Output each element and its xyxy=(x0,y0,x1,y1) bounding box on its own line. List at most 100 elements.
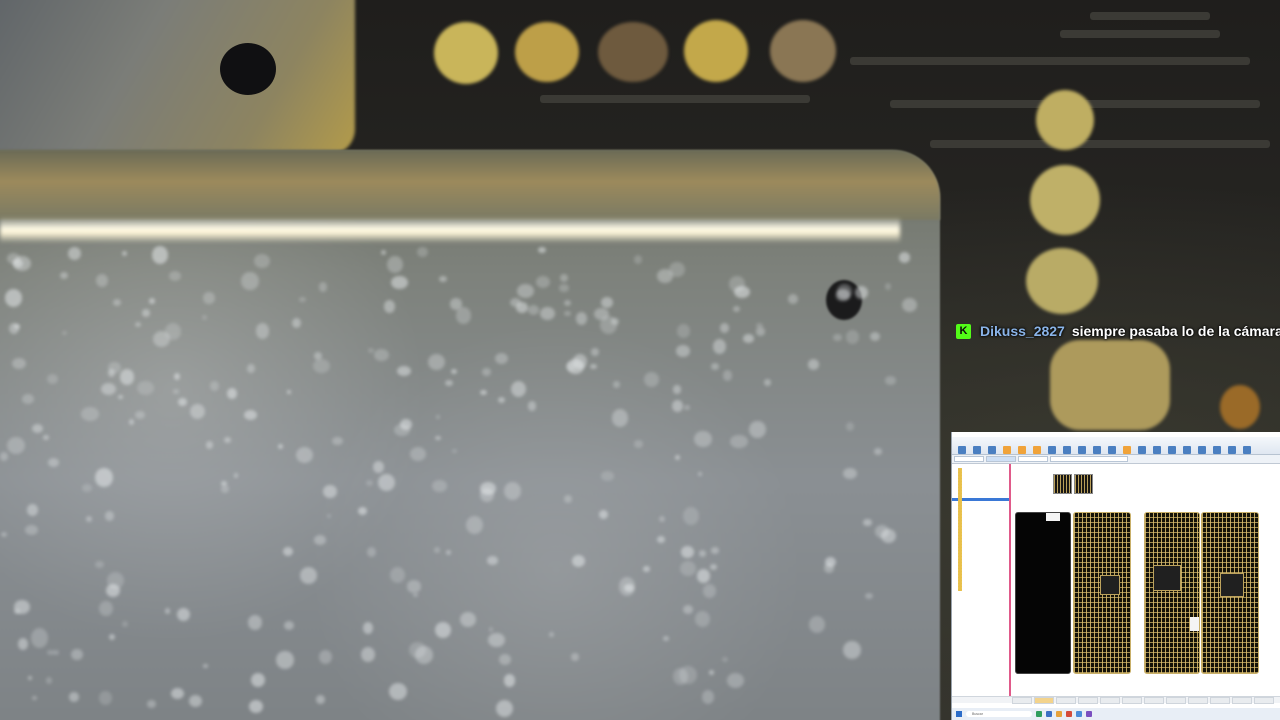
flux-droplet xyxy=(189,695,203,708)
flux-droplet xyxy=(575,312,587,325)
status-cell[interactable] xyxy=(1012,697,1032,704)
app-icon[interactable] xyxy=(1036,711,1042,717)
solder-pad xyxy=(1220,385,1260,429)
flux-droplet xyxy=(246,364,255,373)
flux-droplet xyxy=(121,620,128,627)
board-thumbnail[interactable] xyxy=(1074,474,1093,494)
ribbon-button[interactable] xyxy=(1136,446,1148,454)
status-cell[interactable] xyxy=(1078,697,1098,704)
sidebar-item[interactable] xyxy=(952,588,1009,591)
flux-droplet xyxy=(135,322,142,328)
board-layer-top[interactable] xyxy=(1073,512,1131,674)
flux-droplet xyxy=(358,506,367,515)
flux-droplet xyxy=(658,515,665,523)
status-cell[interactable] xyxy=(1056,697,1076,704)
document-tab[interactable] xyxy=(1050,456,1128,462)
board-thumbnail[interactable] xyxy=(1053,474,1072,494)
ribbon-button[interactable] xyxy=(1196,446,1208,454)
pcb-trace xyxy=(930,140,1270,148)
windows-start-icon[interactable] xyxy=(956,711,962,717)
flux-droplet xyxy=(537,246,546,254)
status-cell[interactable] xyxy=(1166,697,1186,704)
board-layer-bottom[interactable] xyxy=(1015,512,1071,674)
status-cell[interactable] xyxy=(1254,697,1274,704)
ribbon-button[interactable] xyxy=(1016,446,1028,454)
ribbon-button[interactable] xyxy=(986,446,998,454)
metal-bracket xyxy=(0,0,355,155)
flux-droplet xyxy=(240,271,259,291)
flux-droplet xyxy=(60,271,69,280)
chat-message: K Dikuss_2827 siempre pasaba lo de la cá… xyxy=(956,320,1280,342)
solder-pad xyxy=(1026,248,1098,314)
document-tab[interactable] xyxy=(986,456,1016,462)
status-cell[interactable] xyxy=(1188,697,1208,704)
browser-icon[interactable] xyxy=(1076,711,1082,717)
ribbon-button[interactable] xyxy=(1046,446,1058,454)
model-tree-sidebar xyxy=(952,464,1011,698)
ribbon-button[interactable] xyxy=(1076,446,1088,454)
ribbon-icon xyxy=(1003,446,1011,454)
app-icon[interactable] xyxy=(1066,711,1072,717)
ribbon-button[interactable] xyxy=(1181,446,1193,454)
ribbon-button[interactable] xyxy=(1091,446,1103,454)
soc-chip xyxy=(1100,575,1120,595)
ribbon-icon xyxy=(1063,446,1071,454)
status-cell[interactable] xyxy=(1034,697,1054,704)
ribbon-button[interactable] xyxy=(1106,446,1118,454)
flux-droplet xyxy=(292,318,301,329)
ribbon-button[interactable] xyxy=(1061,446,1073,454)
board-layer-bottom-2[interactable] xyxy=(1201,512,1259,674)
flux-droplet xyxy=(702,583,717,599)
flux-droplet xyxy=(284,620,295,630)
flux-droplet xyxy=(223,437,231,444)
ribbon-button[interactable] xyxy=(1241,446,1253,454)
flux-droplet xyxy=(527,305,540,316)
flux-droplet xyxy=(276,651,294,669)
status-cell[interactable] xyxy=(1144,697,1164,704)
flux-droplet xyxy=(12,357,27,369)
flux-droplet xyxy=(572,354,587,369)
folder-icon[interactable] xyxy=(1056,711,1062,717)
flux-droplet xyxy=(152,246,169,264)
app-icon[interactable] xyxy=(1046,711,1052,717)
flux-droplet xyxy=(121,250,127,257)
ribbon-button[interactable] xyxy=(1226,446,1238,454)
status-cell[interactable] xyxy=(1232,697,1252,704)
flux-droplet xyxy=(673,385,681,394)
board-canvas[interactable] xyxy=(1011,464,1280,696)
flux-droplet xyxy=(459,612,476,627)
flux-droplet xyxy=(378,473,395,491)
ribbon-icon xyxy=(1138,446,1146,454)
ribbon-button[interactable] xyxy=(956,446,968,454)
ribbon-button[interactable] xyxy=(1031,446,1043,454)
ribbon-button[interactable] xyxy=(1151,446,1163,454)
app-icon[interactable] xyxy=(1086,711,1092,717)
flux-droplet xyxy=(299,296,306,303)
flux-droplet xyxy=(380,250,387,256)
flux-droplet xyxy=(701,690,714,704)
flux-droplet xyxy=(807,358,820,370)
document-tab[interactable] xyxy=(954,456,984,462)
ribbon-button[interactable] xyxy=(971,446,983,454)
ribbon-button[interactable] xyxy=(1211,446,1223,454)
flux-droplet xyxy=(96,274,109,288)
flux-droplet xyxy=(539,307,555,320)
flux-droplet xyxy=(613,381,620,388)
flux-droplet xyxy=(137,380,155,396)
document-tab[interactable] xyxy=(1018,456,1048,462)
board-layer-top-2[interactable] xyxy=(1144,512,1200,674)
taskbar-search[interactable]: Buscar xyxy=(966,711,1032,717)
ribbon-button[interactable] xyxy=(1166,446,1178,454)
flux-droplet xyxy=(148,298,155,304)
status-cell[interactable] xyxy=(1210,697,1230,704)
status-cell[interactable] xyxy=(1100,697,1120,704)
status-cell[interactable] xyxy=(1122,697,1142,704)
flux-droplet xyxy=(884,283,891,290)
ribbon-button[interactable] xyxy=(1001,446,1013,454)
chat-username[interactable]: Dikuss_2827 xyxy=(980,323,1065,339)
schematic-software-window[interactable]: Buscar xyxy=(951,432,1280,720)
soc-chip xyxy=(1153,565,1181,591)
flux-droplet xyxy=(243,410,257,421)
ribbon-button[interactable] xyxy=(1121,446,1133,454)
flux-droplet xyxy=(510,380,527,398)
